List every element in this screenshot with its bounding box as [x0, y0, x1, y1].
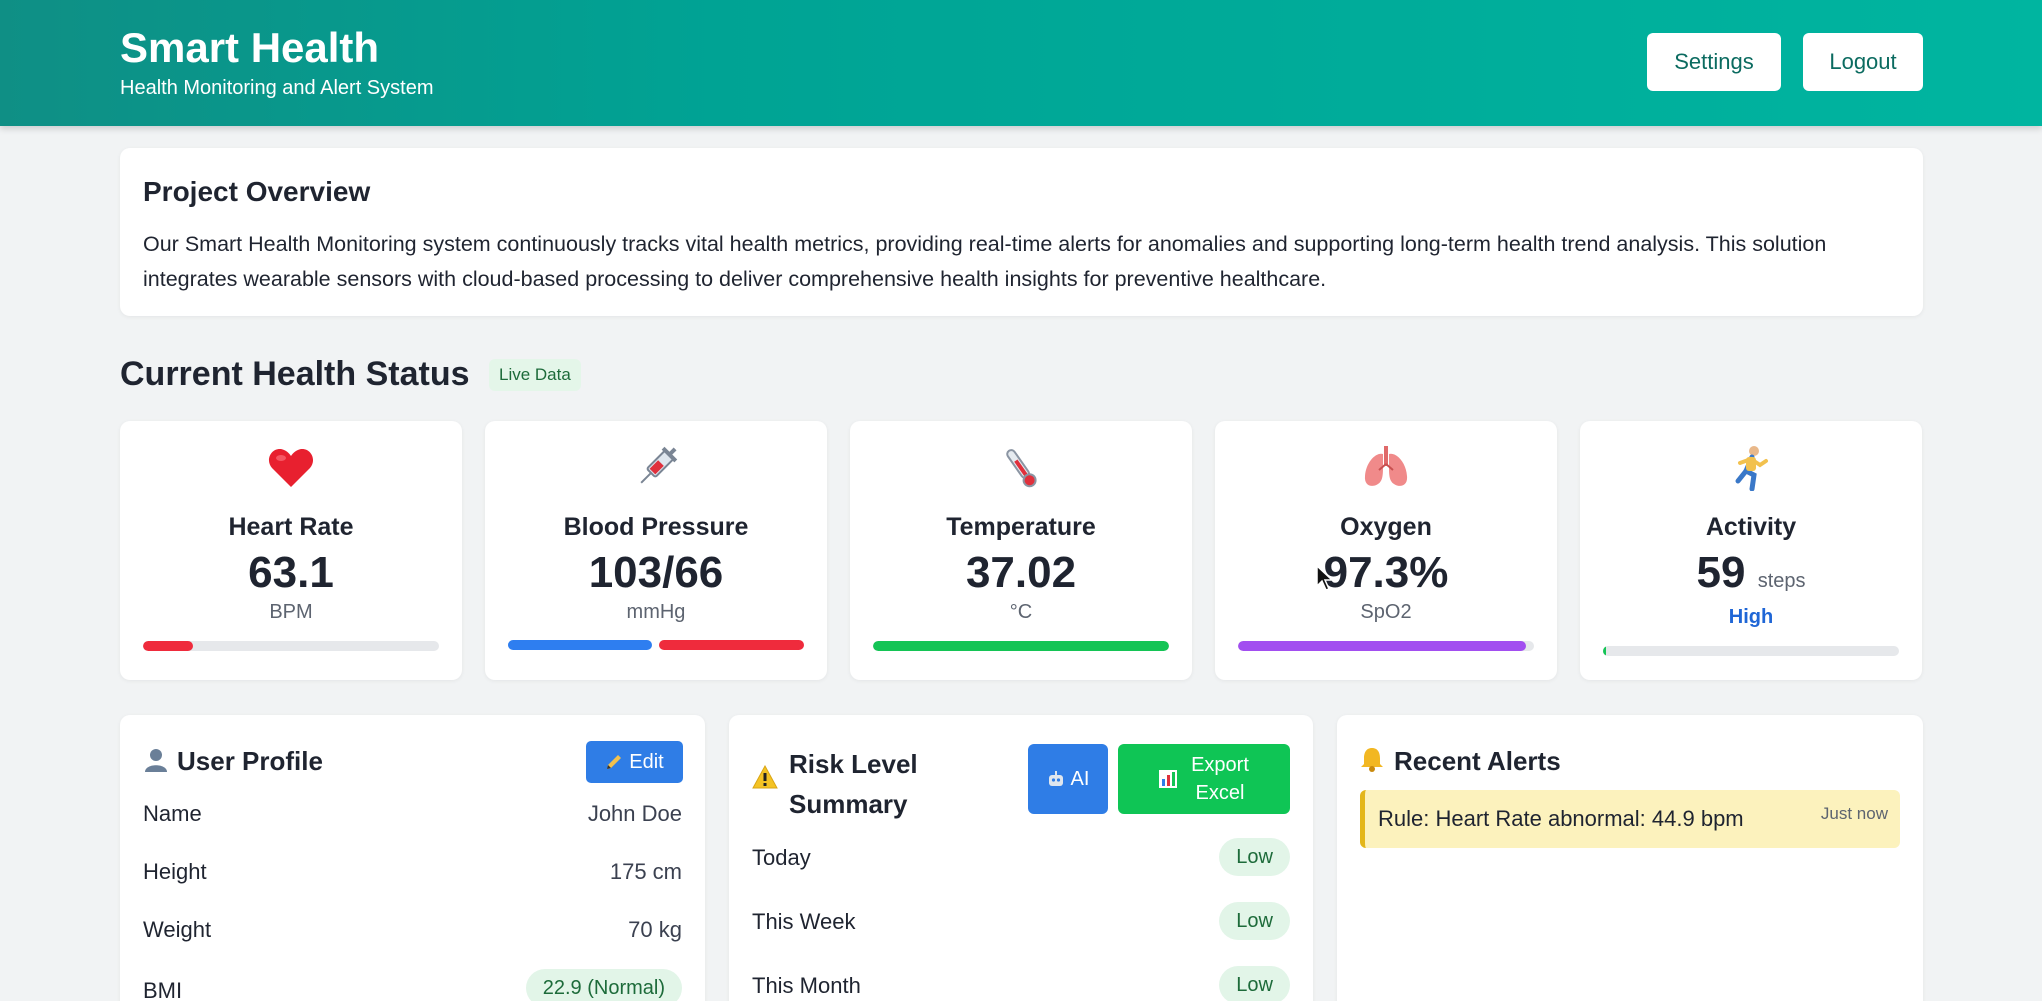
mouse-cursor-icon: [1316, 565, 1334, 591]
risk-summary-card: Risk Level Summary AI Export Excel Today…: [729, 715, 1313, 1001]
user-profile-header: User Profile: [143, 746, 323, 777]
alert-item[interactable]: Rule: Heart Rate abnormal: 44.9 bpm Just…: [1360, 790, 1900, 848]
risk-summary-title: Risk Level Summary: [789, 744, 918, 824]
live-data-badge: Live Data: [489, 359, 581, 391]
user-profile-title: User Profile: [177, 746, 323, 776]
metric-card-heart-rate: Heart Rate 63.1 BPM: [120, 421, 462, 680]
logout-button[interactable]: Logout: [1803, 33, 1923, 91]
bell-icon: [1360, 746, 1384, 772]
steps-count: 59: [1696, 548, 1746, 597]
edit-profile-button[interactable]: Edit: [586, 741, 683, 783]
metric-label: Heart Rate: [228, 513, 354, 541]
robot-icon: [1047, 770, 1065, 788]
profile-weight-label: Weight: [143, 917, 212, 942]
heart-icon: [120, 443, 462, 493]
metric-unit: mmHg: [626, 601, 686, 623]
overview-body: Our Smart Health Monitoring system conti…: [143, 232, 1827, 291]
alert-text: Rule: Heart Rate abnormal: 44.9 bpm: [1378, 806, 1744, 831]
profile-name-value: John Doe: [587, 801, 682, 826]
export-excel-button[interactable]: Export Excel: [1118, 744, 1290, 814]
app-header: Smart Health Health Monitoring and Alert…: [0, 0, 2042, 126]
heart-rate-bar-fill: [143, 641, 194, 651]
syringe-icon: [485, 443, 827, 493]
profile-height-label: Height: [143, 859, 207, 884]
metric-value: 37.02: [965, 548, 1077, 597]
profile-bmi-label: BMI: [143, 978, 183, 1001]
warning-icon: [752, 765, 778, 789]
app-subtitle: Health Monitoring and Alert System: [120, 77, 434, 99]
metric-label: Temperature: [946, 513, 1096, 541]
recent-alerts-title: Recent Alerts: [1394, 746, 1561, 776]
metric-unit: °C: [1009, 601, 1033, 623]
temperature-bar-fill: [873, 641, 1169, 651]
metric-value: 103/66: [588, 548, 724, 597]
pencil-icon: [605, 753, 623, 771]
metric-label: Oxygen: [1340, 513, 1432, 541]
overview-title: Project Overview: [143, 176, 371, 207]
blood-pressure-bars: [508, 640, 804, 650]
metric-card-temperature: Temperature 37.02 °C: [850, 421, 1192, 680]
metric-label: Activity: [1705, 513, 1797, 541]
export-label: Export Excel: [1191, 751, 1249, 807]
recent-alerts-card: Recent Alerts Rule: Heart Rate abnormal:…: [1337, 715, 1923, 1001]
oxygen-bar-fill: [1238, 641, 1526, 651]
metric-card-blood-pressure: Blood Pressure 103/66 mmHg: [485, 421, 827, 680]
ai-button[interactable]: AI: [1028, 744, 1108, 814]
systolic-bar: [508, 640, 652, 650]
diastolic-bar: [659, 640, 804, 650]
metric-label: Blood Pressure: [563, 513, 749, 541]
project-overview-card: Project Overview Our Smart Health Monito…: [120, 148, 1923, 316]
recent-alerts-header: Recent Alerts: [1360, 746, 1561, 777]
app-title: Smart Health: [120, 24, 380, 71]
risk-today-badge: Low: [1219, 838, 1290, 876]
risk-title-line1: Risk Level: [789, 749, 918, 779]
risk-month-badge: Low: [1219, 966, 1290, 1001]
profile-weight-value: 70 kg: [628, 917, 682, 942]
settings-button[interactable]: Settings: [1647, 33, 1781, 91]
metric-value: 59 steps: [1580, 548, 1922, 598]
metric-unit: SpO2: [1360, 601, 1412, 623]
export-label-line1: Export: [1191, 754, 1249, 776]
activity-bar: [1603, 646, 1899, 656]
steps-unit: steps: [1757, 570, 1806, 592]
oxygen-bar: [1238, 641, 1534, 651]
temperature-bar: [873, 641, 1169, 651]
metric-card-oxygen: Oxygen 97.3% SpO2: [1215, 421, 1557, 680]
alert-time: Just now: [1820, 804, 1888, 823]
risk-title-line2: Summary: [789, 789, 908, 819]
profile-bmi-badge: 22.9 (Normal): [525, 969, 682, 1001]
risk-week-label: This Week: [752, 909, 856, 934]
export-label-line2: Excel: [1195, 782, 1245, 804]
activity-level: High: [1728, 606, 1774, 628]
profile-height-value: 175 cm: [609, 859, 682, 884]
risk-month-label: This Month: [752, 973, 861, 998]
heart-rate-bar: [143, 641, 439, 651]
user-icon: [143, 747, 169, 773]
metric-value: 63.1: [248, 548, 334, 597]
thermometer-icon: [850, 443, 1192, 493]
ai-label: AI: [1070, 767, 1090, 790]
risk-week-badge: Low: [1219, 902, 1290, 940]
profile-name-label: Name: [143, 801, 202, 826]
metric-unit: BPM: [269, 601, 313, 623]
metric-card-activity: Activity 59 steps High: [1580, 421, 1922, 680]
runner-icon: [1580, 443, 1922, 493]
activity-bar-fill: [1603, 646, 1606, 656]
lungs-icon: [1215, 443, 1557, 493]
edit-label: Edit: [629, 750, 664, 773]
health-status-title: Current Health Status: [120, 355, 470, 393]
user-profile-card: User Profile Edit Name John Doe Height 1…: [120, 715, 705, 1001]
risk-today-label: Today: [752, 845, 811, 870]
metric-value: 97.3%: [1323, 548, 1449, 597]
bar-chart-icon: [1159, 770, 1178, 788]
